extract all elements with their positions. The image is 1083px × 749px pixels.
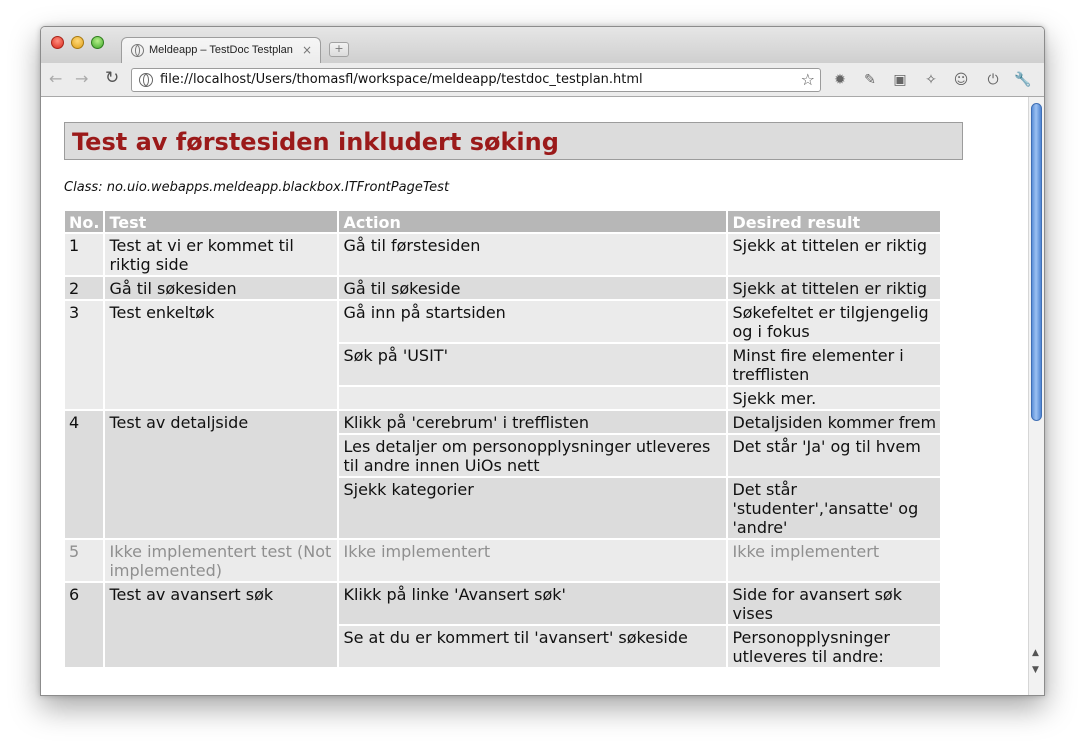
cell-no: 5 xyxy=(65,540,104,581)
cell-action: Gå inn på startsiden xyxy=(339,301,727,342)
cell-desired-result: Det står 'Ja' og til hvem xyxy=(728,435,941,476)
tab-close-icon[interactable]: × xyxy=(302,43,312,57)
cell-desired-result: Sjekk at tittelen er riktig xyxy=(728,277,941,299)
new-tab-button[interactable]: + xyxy=(329,42,349,57)
toolbar: ← → ↻ file://localhost/Users/thomasfl/wo… xyxy=(41,63,1044,97)
cell-action: Klikk på linke 'Avansert søk' xyxy=(339,583,727,624)
table-row: 4 Test av detaljside Klikk på 'cerebrum' i… xyxy=(65,411,941,538)
window-minimize-button[interactable] xyxy=(71,36,84,49)
cell-test: Test at vi er kommet til riktig side xyxy=(105,234,338,275)
eyedropper-icon[interactable]: ✎ xyxy=(861,71,879,89)
cell-desired-result: Sjekk at tittelen er riktig xyxy=(728,234,941,275)
column-header-desired-result: Desired result xyxy=(728,211,941,232)
gear-icon[interactable]: ✹ xyxy=(831,71,849,89)
cell-action: Klikk på 'cerebrum' i trefflisten xyxy=(339,411,727,433)
cell-test: Gå til søkesiden xyxy=(105,277,338,299)
window-zoom-button[interactable] xyxy=(91,36,104,49)
scroll-down-arrow-icon[interactable]: ▼ xyxy=(1032,665,1039,675)
cell-action: Ikke implementert xyxy=(339,540,727,581)
cell-action: Gå til søkeside xyxy=(339,277,727,299)
url-text[interactable]: file://localhost/Users/thomasfl/workspac… xyxy=(160,72,643,87)
cell-desired-result: Personopplysninger utleveres til andre: xyxy=(728,626,941,667)
cell-desired-result: Ikke implementert xyxy=(728,540,941,581)
cell-action xyxy=(339,387,727,409)
cell-action: Gå til førstesiden xyxy=(339,234,727,275)
table-row: 6 Test av avansert søk Klikk på linke 'Ava… xyxy=(65,583,941,667)
table-row: 3 Test enkeltøk Gå inn på startsiden Søkefe… xyxy=(65,301,941,409)
tab-title: Meldeapp – TestDoc Testplan xyxy=(149,44,293,56)
table-row: 2 Gå til søkesiden Gå til søkeside Sjekk at… xyxy=(65,277,941,299)
tab-strip: Meldeapp – TestDoc Testplan × + xyxy=(41,27,1044,64)
cell-desired-result: Side for avansert søk vises xyxy=(728,583,941,624)
scrollbar-thumb[interactable] xyxy=(1031,103,1042,421)
column-header-test: Test xyxy=(105,211,338,232)
address-bar[interactable]: file://localhost/Users/thomasfl/workspac… xyxy=(131,68,821,92)
globe-icon xyxy=(139,73,153,87)
power-icon[interactable]: ⏻ xyxy=(984,71,1002,89)
cell-desired-result: Minst fire elementer i trefflisten xyxy=(728,344,941,385)
class-line: Class: no.uio.webapps.meldeapp.blackbox.… xyxy=(64,180,450,195)
cell-desired-result: Det står 'studenter','ansatte' og 'andre… xyxy=(728,478,941,538)
table-row: 1 Test at vi er kommet til riktig side Gå … xyxy=(65,234,941,275)
cell-desired-result: Sjekk mer. xyxy=(728,387,941,409)
cell-action: Se at du er kommert til 'avansert' søkes… xyxy=(339,626,727,667)
cell-test: Test av detaljside xyxy=(105,411,338,538)
palette-icon[interactable]: ✧ xyxy=(922,71,940,89)
scroll-up-arrow-icon[interactable]: ▲ xyxy=(1032,648,1039,658)
wrench-icon[interactable]: 🔧 xyxy=(1014,71,1032,89)
cell-test: Test av avansert søk xyxy=(105,583,338,667)
back-arrow-icon[interactable]: ← xyxy=(49,69,62,88)
page-title: Test av førstesiden inkludert søking xyxy=(72,128,559,156)
table-header-row: No. Test Action Desired result xyxy=(65,211,941,232)
forward-arrow-icon[interactable]: → xyxy=(75,69,88,88)
tag-icon[interactable]: ▣ xyxy=(891,71,909,89)
cell-action: Les detaljer om personopplysninger utlev… xyxy=(339,435,727,476)
cell-action: Sjekk kategorier xyxy=(339,478,727,538)
page-content: Test av førstesiden inkludert søking Cla… xyxy=(41,97,1028,695)
table-row: 5 Ikke implementert test (Not implemented… xyxy=(65,540,941,581)
browser-window: Meldeapp – TestDoc Testplan × + ← → ↻ fi… xyxy=(40,26,1045,696)
test-plan-table: No. Test Action Desired result 1 Test at … xyxy=(63,209,942,669)
cell-no: 1 xyxy=(65,234,104,275)
vertical-scrollbar[interactable]: ▲ ▼ xyxy=(1028,97,1044,695)
cell-no: 6 xyxy=(65,583,104,667)
cell-no: 4 xyxy=(65,411,104,538)
cell-test: Test enkeltøk xyxy=(105,301,338,409)
cell-no: 2 xyxy=(65,277,104,299)
bookmark-star-icon[interactable]: ☆ xyxy=(801,70,815,89)
cell-action: Søk på 'USIT' xyxy=(339,344,727,385)
column-header-no: No. xyxy=(65,211,104,232)
heading-box: Test av førstesiden inkludert søking xyxy=(64,122,963,160)
cell-desired-result: Søkefeltet er tilgjengelig og i fokus xyxy=(728,301,941,342)
window-close-button[interactable] xyxy=(51,36,64,49)
globe-icon xyxy=(131,44,144,57)
cell-test: Ikke implementert test (Not implemented) xyxy=(105,540,338,581)
emoji-icon[interactable]: ☺ xyxy=(952,71,970,89)
tab-active[interactable]: Meldeapp – TestDoc Testplan × xyxy=(121,37,321,64)
table-body: 1 Test at vi er kommet til riktig side Gå … xyxy=(65,234,941,667)
column-header-action: Action xyxy=(339,211,727,232)
reload-icon[interactable]: ↻ xyxy=(105,68,119,88)
cell-no: 3 xyxy=(65,301,104,409)
cell-desired-result: Detaljsiden kommer frem xyxy=(728,411,941,433)
